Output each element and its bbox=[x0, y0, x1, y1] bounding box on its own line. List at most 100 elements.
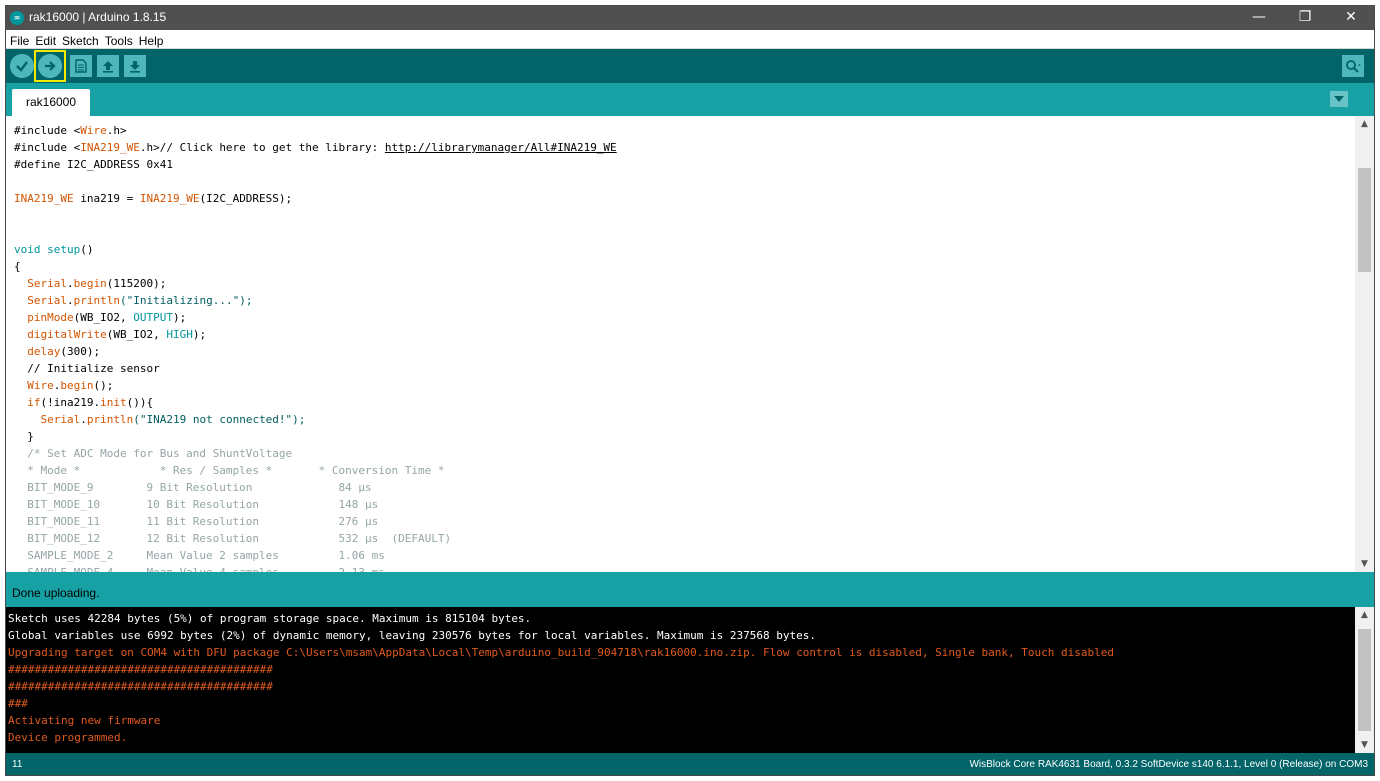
chevron-down-icon bbox=[1334, 96, 1344, 102]
console-line: Sketch uses 42284 bytes (5%) of program … bbox=[8, 612, 532, 625]
console-line: Global variables use 6992 bytes (2%) of … bbox=[8, 629, 816, 642]
code-token: INA219_WE bbox=[14, 192, 74, 205]
code-token: OUTPUT bbox=[133, 311, 173, 324]
console-scroll-down-arrow[interactable]: ▼ bbox=[1355, 737, 1374, 753]
code-line: digitalWrite(WB_IO2, HIGH); bbox=[14, 326, 206, 343]
window-title: rak16000 | Arduino 1.8.15 bbox=[29, 10, 167, 24]
scroll-up-arrow[interactable]: ▲ bbox=[1355, 116, 1374, 132]
code-token: println bbox=[73, 294, 120, 307]
console-scroll-up-arrow[interactable]: ▲ bbox=[1355, 607, 1374, 623]
code-line: /* Set ADC Mode for Bus and ShuntVoltage bbox=[14, 445, 292, 462]
code-token: Wire bbox=[27, 379, 54, 392]
arrow-down-icon bbox=[130, 61, 140, 73]
code-token: #define I2C_ADDRESS 0x41 bbox=[14, 158, 173, 171]
tab-rak16000[interactable]: rak16000 bbox=[12, 89, 90, 116]
code-line: BIT_MODE_12 12 Bit Resolution 532 µs (DE… bbox=[14, 530, 451, 547]
code-token: BIT_MODE_10 10 Bit Resolution 148 µs bbox=[14, 498, 379, 511]
code-token[interactable]: http://librarymanager/All#INA219_WE bbox=[385, 141, 617, 154]
code-token: begin bbox=[73, 277, 107, 290]
close-button[interactable]: ✕ bbox=[1328, 6, 1374, 30]
editor-scrollbar-thumb[interactable] bbox=[1358, 168, 1371, 272]
code-token: ); bbox=[172, 311, 187, 324]
code-token: HIGH bbox=[166, 328, 193, 341]
code-token: Serial bbox=[27, 277, 67, 290]
code-token: () bbox=[80, 243, 94, 256]
code-line: BIT_MODE_9 9 Bit Resolution 84 µs bbox=[14, 479, 372, 496]
code-token: SAMPLE_MODE_2 Mean Value 2 samples 1.06 … bbox=[14, 549, 385, 562]
serial-monitor-button[interactable] bbox=[1342, 55, 1364, 77]
code-token: (I2C_ADDRESS); bbox=[199, 192, 293, 205]
console-scrollbar-thumb[interactable] bbox=[1358, 629, 1371, 731]
code-line: // Initialize sensor bbox=[14, 360, 160, 377]
console-output[interactable]: Sketch uses 42284 bytes (5%) of program … bbox=[6, 607, 1356, 753]
footer-bar: 11 WisBlock Core RAK4631 Board, 0.3.2 So… bbox=[6, 753, 1374, 775]
menu-help[interactable]: Help bbox=[136, 32, 167, 48]
code-line: SAMPLE_MODE_4 Mean Value 4 samples 2.13 … bbox=[14, 564, 385, 572]
document-icon bbox=[75, 59, 87, 73]
code-token: BIT_MODE_9 9 Bit Resolution 84 µs bbox=[14, 481, 372, 494]
tab-menu-button[interactable] bbox=[1330, 91, 1348, 107]
minimize-button[interactable]: — bbox=[1236, 6, 1282, 30]
arrow-right-icon bbox=[45, 61, 56, 71]
code-line: if(!ina219.init()){ bbox=[14, 394, 153, 411]
code-line: } bbox=[14, 428, 34, 445]
line-number: 11 bbox=[12, 759, 23, 770]
restore-button[interactable]: ❐ bbox=[1282, 6, 1328, 30]
scroll-down-arrow[interactable]: ▼ bbox=[1355, 556, 1374, 572]
title-bar: ∞ rak16000 | Arduino 1.8.15 — ❐ ✕ bbox=[6, 6, 1374, 30]
status-bar: Done uploading. bbox=[6, 572, 1374, 607]
code-token: ("INA219 not connected!"); bbox=[133, 413, 306, 426]
code-token: setup bbox=[47, 243, 81, 256]
console-line: ### bbox=[8, 697, 28, 710]
code-token: BIT_MODE_12 12 Bit Resolution 532 µs (DE… bbox=[14, 532, 452, 545]
code-token: println bbox=[86, 413, 134, 426]
new-sketch-button[interactable] bbox=[70, 55, 92, 77]
code-token: . bbox=[67, 294, 74, 307]
code-token: ); bbox=[192, 328, 207, 341]
console-scrollbar[interactable]: ▲ ▼ bbox=[1355, 607, 1374, 753]
code-line: { bbox=[14, 258, 21, 275]
code-line: SAMPLE_MODE_2 Mean Value 2 samples 1.06 … bbox=[14, 547, 385, 564]
save-sketch-button[interactable] bbox=[124, 55, 146, 77]
code-token: ()){ bbox=[126, 396, 154, 409]
tab-bar: rak16000 bbox=[6, 83, 1374, 116]
upload-button[interactable] bbox=[38, 54, 62, 78]
code-token: . bbox=[80, 413, 87, 426]
code-line: #include <INA219_WE.h>// Click here to g… bbox=[14, 139, 617, 156]
toolbar bbox=[6, 49, 1374, 83]
verify-button[interactable] bbox=[10, 54, 34, 78]
menu-file[interactable]: File bbox=[7, 32, 32, 48]
menu-bar: File Edit Sketch Tools Help bbox=[6, 30, 1374, 49]
code-token: ina219 = bbox=[73, 192, 140, 205]
board-info: WisBlock Core RAK4631 Board, 0.3.2 SoftD… bbox=[969, 759, 1368, 770]
code-token: digitalWrite bbox=[27, 328, 107, 341]
code-token: * Mode * * Res / Samples * * Conversion … bbox=[14, 464, 445, 477]
console-line: Device programmed. bbox=[8, 731, 128, 744]
code-token: // Initialize sensor bbox=[14, 362, 160, 375]
code-token: Wire bbox=[80, 124, 107, 137]
arduino-logo-icon: ∞ bbox=[10, 11, 24, 25]
editor-scrollbar[interactable]: ▲ ▼ bbox=[1355, 116, 1374, 572]
console-line: Upgrading target on COM4 with DFU packag… bbox=[8, 646, 1114, 659]
open-sketch-button[interactable] bbox=[97, 55, 119, 77]
code-editor[interactable]: #include <Wire.h> #include <INA219_WE.h>/… bbox=[6, 116, 1356, 572]
code-token: (300); bbox=[60, 345, 101, 358]
arrow-up-icon bbox=[103, 61, 113, 73]
menu-tools[interactable]: Tools bbox=[102, 32, 136, 48]
code-token: void bbox=[14, 243, 41, 256]
console-line: ######################################## bbox=[8, 680, 273, 693]
code-line: #define I2C_ADDRESS 0x41 bbox=[14, 156, 173, 173]
menu-edit[interactable]: Edit bbox=[32, 32, 59, 48]
code-line: #include <Wire.h> bbox=[14, 122, 127, 139]
menu-sketch[interactable]: Sketch bbox=[59, 32, 102, 48]
code-token: (WB_IO2, bbox=[73, 311, 134, 324]
code-token: /* Set ADC Mode for Bus and ShuntVoltage bbox=[14, 447, 293, 460]
code-token: { bbox=[14, 260, 21, 273]
code-line: * Mode * * Res / Samples * * Conversion … bbox=[14, 462, 444, 479]
